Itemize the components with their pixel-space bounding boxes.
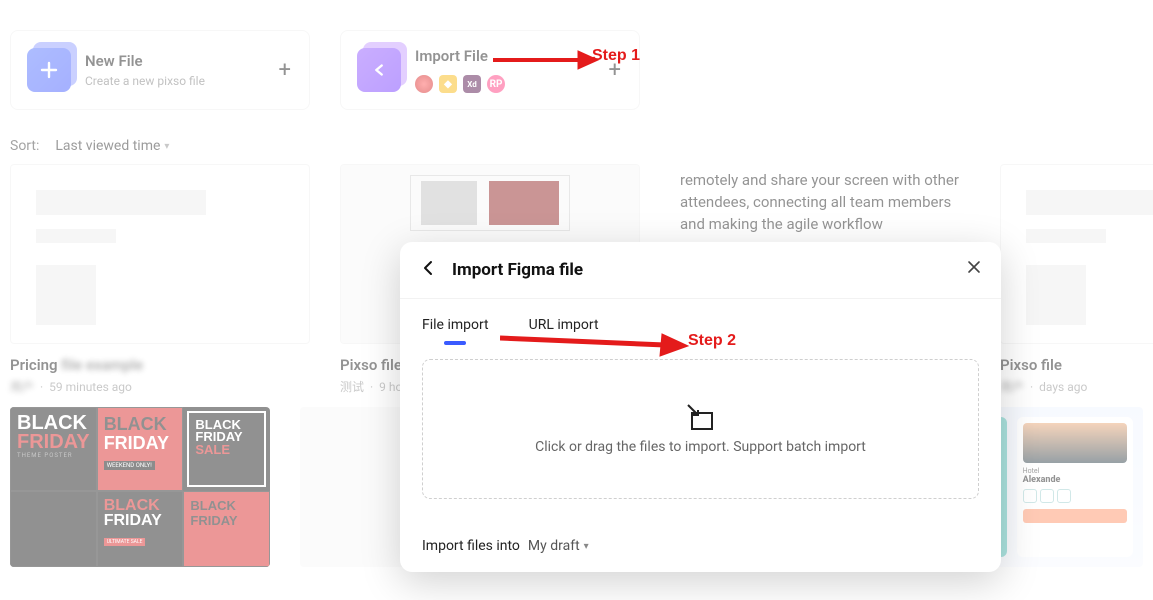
file-card[interactable]: Pixso file 用户·days ago [1000,164,1153,395]
new-file-card[interactable]: New File Create a new pixso file + [10,30,310,110]
dropzone-text: Click or drag the files to import. Suppo… [535,439,866,455]
back-button[interactable] [422,260,434,280]
file-card[interactable]: Pricing file example 用户·59 minutes ago [10,164,310,395]
chevron-down-icon: ▾ [164,141,169,152]
file-thumbnail[interactable]: BLACK FRIDAY THEME POSTER BLACK FRIDAY W… [10,407,270,567]
rp-chip-icon: RP [487,75,505,93]
import-format-icons: ◆ Xd RP [415,75,505,93]
import-file-icon [357,48,401,92]
new-file-icon [27,48,71,92]
import-into-value: My draft [528,538,580,554]
import-file-card[interactable]: Import File ◆ Xd RP + [340,30,640,110]
chevron-down-icon: ▾ [584,541,589,552]
plus-icon: + [279,58,291,83]
import-file-title: Import File [415,47,505,65]
import-drop-icon [686,403,716,429]
file-meta: 用户·59 minutes ago [10,378,310,395]
xd-chip-icon: Xd [463,75,481,93]
import-into-label: Import files into [422,538,520,554]
import-into-select[interactable]: My draft ▾ [528,538,589,554]
file-thumbnail [10,164,310,344]
tab-url-import[interactable]: URL import [529,317,599,341]
plus-icon: + [609,58,621,83]
file-thumbnail-text: remotely and share your screen with othe… [670,164,970,241]
close-button[interactable] [967,260,981,278]
modal-title: Import Figma file [452,260,583,280]
sort-label: Sort: [10,138,39,154]
sort-value: Last viewed time [55,138,160,154]
tab-file-import[interactable]: File import [422,317,489,341]
file-title: Pixso file [1000,356,1153,374]
sort-dropdown[interactable]: Last viewed time ▾ [55,138,169,154]
new-file-title: New File [85,52,205,70]
file-thumbnail [1000,164,1153,344]
file-title: Pricing file example [10,356,310,374]
sketch-chip-icon: ◆ [439,75,457,93]
import-figma-modal: Import Figma file File import URL import… [400,242,1001,572]
new-file-sub: Create a new pixso file [85,74,205,88]
figma-chip-icon [415,75,433,93]
file-meta: 用户·days ago [1000,378,1153,395]
file-dropzone[interactable]: Click or drag the files to import. Suppo… [422,359,979,499]
